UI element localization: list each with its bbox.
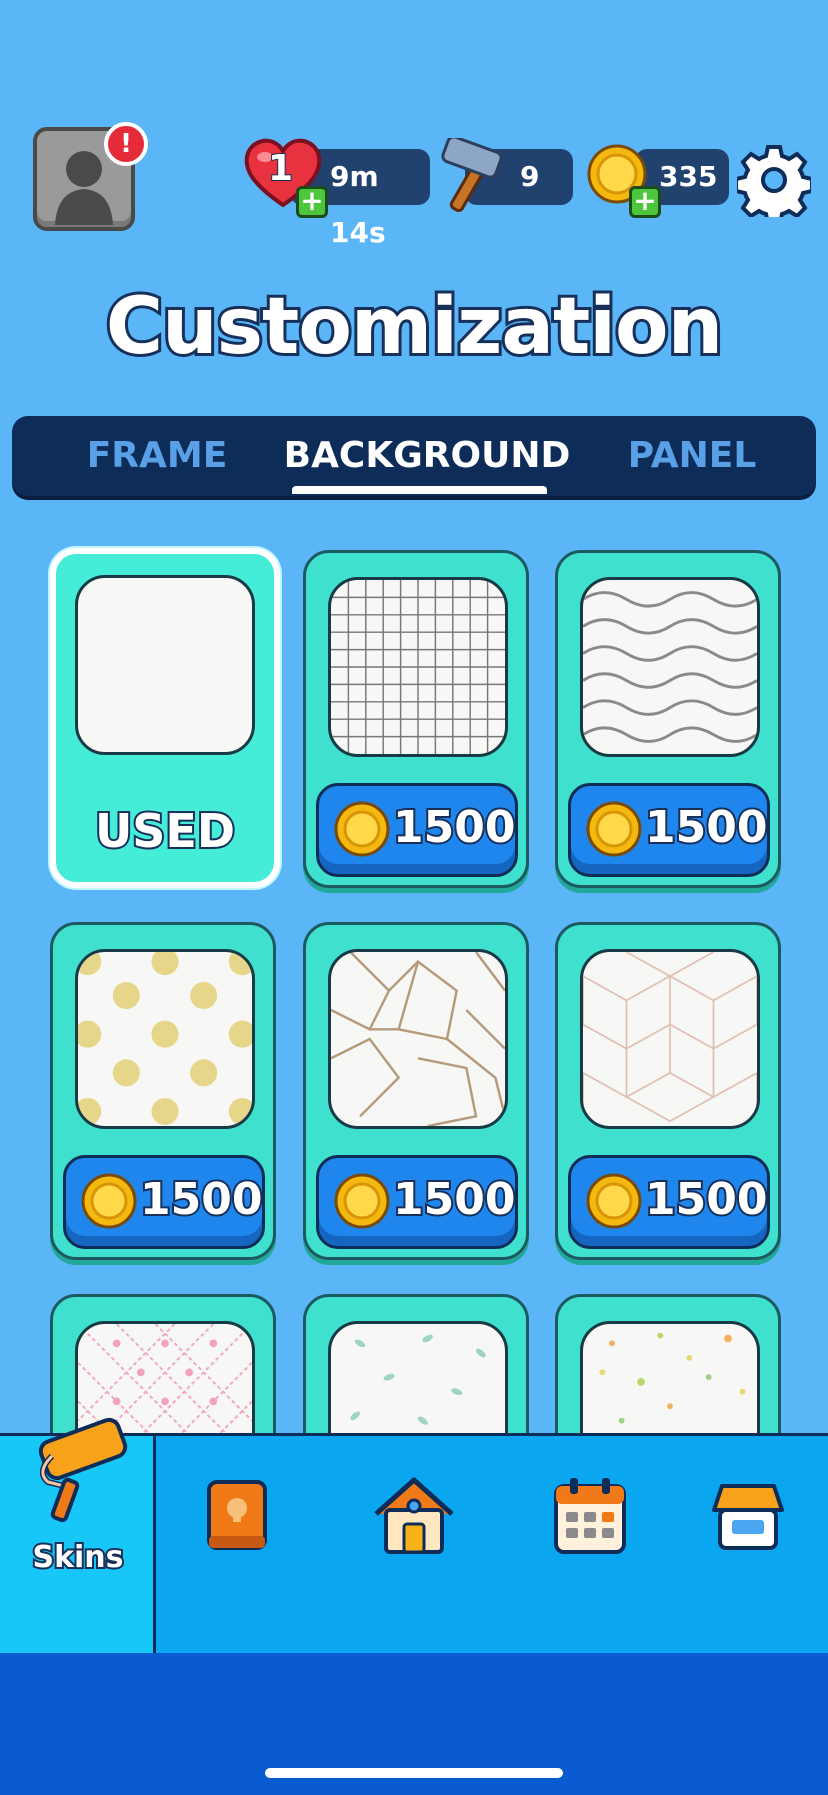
buy-button[interactable]: 1500 xyxy=(568,1155,770,1249)
home-indicator[interactable] xyxy=(265,1768,563,1778)
lives-timer: 9m 14s xyxy=(330,160,386,249)
background-card-grid[interactable]: 1500 xyxy=(303,550,529,888)
grid-pattern xyxy=(331,580,505,754)
price-label: 1500 xyxy=(391,800,517,855)
gear-icon[interactable] xyxy=(737,143,811,217)
background-card-yellow-dots[interactable]: 1500 xyxy=(50,922,276,1260)
nav-skins[interactable]: Skins xyxy=(0,1417,156,1656)
coin-icon xyxy=(334,1173,390,1229)
coin-icon xyxy=(586,801,642,857)
page-title: Customization xyxy=(103,279,726,375)
coin-icon xyxy=(81,1173,137,1229)
buy-button[interactable]: 1500 xyxy=(63,1155,265,1249)
buy-button[interactable]: 1500 xyxy=(568,783,770,877)
pattern-preview-yellow-dots xyxy=(75,949,255,1129)
lives-count: 1 xyxy=(267,147,294,190)
price-label: 1500 xyxy=(391,1172,517,1227)
cubes-pattern xyxy=(583,952,757,1123)
price-label: 1500 xyxy=(643,800,769,855)
paint-roller-icon xyxy=(38,1417,128,1523)
buy-button[interactable]: 1500 xyxy=(316,783,518,877)
bottom-navigation: Skins xyxy=(0,1417,828,1656)
geometric-lines-pattern xyxy=(331,952,505,1126)
calendar-icon[interactable] xyxy=(552,1476,628,1556)
add-lives-button[interactable]: + xyxy=(296,186,328,218)
active-tab-indicator xyxy=(292,486,547,494)
tab-frame[interactable]: FRAME xyxy=(52,416,262,496)
tab-background[interactable]: BACKGROUND xyxy=(277,416,577,496)
pattern-preview-geometric-lines xyxy=(328,949,508,1129)
book-icon[interactable] xyxy=(205,1478,269,1552)
tab-panel[interactable]: PANEL xyxy=(602,416,782,496)
background-card-plain[interactable]: USED xyxy=(50,548,280,888)
used-label: USED xyxy=(93,802,237,860)
background-card-waves[interactable]: 1500 xyxy=(555,550,781,888)
category-tabs: FRAME BACKGROUND PANEL xyxy=(12,416,816,496)
pattern-preview-plain xyxy=(75,575,255,755)
shop-icon[interactable] xyxy=(708,1480,788,1554)
coin-icon xyxy=(586,1173,642,1229)
person-silhouette-icon xyxy=(55,151,113,225)
coin-icon xyxy=(334,801,390,857)
pattern-preview-grid xyxy=(328,577,508,757)
notification-badge: ! xyxy=(104,122,148,166)
home-icon[interactable] xyxy=(370,1474,458,1556)
price-label: 1500 xyxy=(643,1172,769,1227)
pattern-preview-waves xyxy=(580,577,760,757)
waves-pattern xyxy=(583,591,757,743)
background-card-geometric-lines[interactable]: 1500 xyxy=(303,922,529,1260)
add-coins-button[interactable]: + xyxy=(629,186,661,218)
nav-skins-label: Skins xyxy=(30,1538,125,1577)
buy-button[interactable]: 1500 xyxy=(316,1155,518,1249)
pattern-preview-cubes xyxy=(580,949,760,1129)
dots-pattern xyxy=(78,952,252,1126)
hammer-icon xyxy=(441,138,503,212)
hammers-count: 9 xyxy=(520,160,540,193)
coins-count: 335 xyxy=(659,160,718,193)
price-label: 1500 xyxy=(138,1172,264,1227)
background-card-cubes[interactable]: 1500 xyxy=(555,922,781,1260)
